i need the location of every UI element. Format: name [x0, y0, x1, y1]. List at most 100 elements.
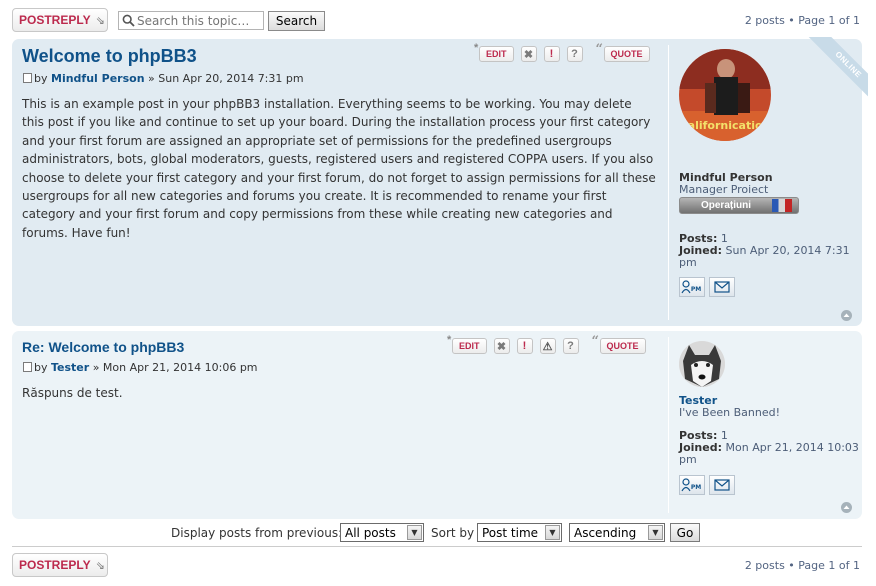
search-icon	[122, 14, 135, 27]
info-icon: ?	[567, 340, 574, 352]
go-button[interactable]: Go	[670, 523, 700, 542]
email-button[interactable]	[709, 475, 735, 495]
delete-button[interactable]: ✖	[520, 46, 537, 62]
edit-button[interactable]: * EDIT	[474, 42, 514, 62]
avatar-image	[679, 341, 725, 387]
back-to-top-button[interactable]	[841, 502, 852, 513]
sort-key-select[interactable]: Post time ▼	[477, 523, 562, 542]
post-datetime: » Sun Apr 20, 2014 7:31 pm	[148, 72, 304, 85]
email-button[interactable]	[709, 277, 735, 297]
post-icon	[23, 362, 32, 372]
edit-star-icon: *	[447, 334, 452, 346]
post-datetime: » Mon Apr 21, 2014 10:06 pm	[92, 361, 258, 374]
delete-icon: ✖	[523, 48, 534, 61]
sort-key-value: Post time	[482, 526, 539, 540]
display-days-select[interactable]: All posts ▼	[340, 523, 424, 542]
edit-star-icon: *	[474, 42, 479, 54]
report-icon: !	[522, 340, 527, 352]
profile-joined: Joined: Mon Apr 21, 2014 10:03 pm	[679, 442, 859, 466]
topic-actions-top: POSTREPLY ⇘ Search 2 posts • Page 1 of 1	[12, 8, 862, 34]
avatar[interactable]	[679, 341, 725, 387]
quote-button[interactable]: “ QUOTE	[596, 42, 650, 62]
info-button[interactable]: ?	[562, 338, 579, 354]
pm-icon: PM	[681, 478, 701, 492]
top-arrow-icon	[843, 313, 850, 317]
report-icon: !	[549, 48, 554, 60]
author-link[interactable]: Mindful Person	[51, 72, 145, 85]
profile-joined: Joined: Sun Apr 20, 2014 7:31 pm	[679, 245, 859, 269]
post-profile: Tester I've Been Banned! Posts: 1 Joined…	[668, 337, 859, 513]
info-icon: ?	[571, 48, 578, 60]
author-link[interactable]: Tester	[51, 361, 89, 374]
display-posts-label: Display posts from previous:	[171, 526, 343, 540]
post-reply-button[interactable]: POSTREPLY ⇘	[12, 553, 108, 577]
reply-arrow-icon: ⇘	[95, 558, 105, 572]
back-to-top-button[interactable]	[841, 310, 852, 321]
report-button[interactable]: !	[516, 338, 533, 354]
edit-label: EDIT	[486, 49, 507, 59]
chevron-down-icon: ▼	[648, 525, 663, 540]
quote-label: QUOTE	[610, 49, 643, 59]
post-reply-label: POSTREPLY	[19, 13, 91, 27]
delete-icon: ✖	[496, 340, 507, 353]
post-tools: * EDIT ✖ ! ⚠ ? “ QUOTE	[447, 334, 646, 355]
profile-rank: I've Been Banned!	[679, 406, 780, 419]
edit-label: EDIT	[459, 341, 480, 351]
pm-button[interactable]: PM	[679, 277, 705, 297]
info-button[interactable]: ?	[566, 46, 583, 62]
post-title[interactable]: Re: Welcome to phpBB3	[22, 339, 184, 355]
contact-icons: PM	[679, 277, 735, 297]
avatar[interactable]: Californication	[679, 49, 771, 141]
post-2: Re: Welcome to phpBB3 * EDIT ✖ ! ⚠ ? “ Q…	[12, 331, 862, 519]
pm-icon: PM	[681, 280, 701, 294]
quote-icon: “	[591, 334, 599, 349]
search-topic-input[interactable]	[118, 11, 264, 30]
chevron-down-icon: ▼	[407, 525, 422, 540]
post-reply-label: POSTREPLY	[19, 558, 91, 572]
warn-button[interactable]: ⚠	[539, 338, 556, 354]
post-title[interactable]: Welcome to phpBB3	[22, 46, 197, 67]
edit-button[interactable]: * EDIT	[447, 334, 487, 354]
sort-order-select[interactable]: Ascending ▼	[569, 523, 665, 542]
rank-badge-label: Operațiuni	[700, 200, 751, 211]
post-content: This is an example post in your phpBB3 i…	[22, 97, 656, 240]
quote-icon: “	[595, 42, 603, 57]
profile-rank: Manager Proiect	[679, 183, 769, 196]
by-label: by	[34, 72, 48, 85]
post-1: Welcome to phpBB3 * EDIT ✖ ! ? “ QUOTE b…	[12, 37, 868, 326]
topic-actions-bottom: POSTREPLY ⇘ 2 posts • Page 1 of 1	[12, 553, 862, 579]
pm-text: PM	[691, 286, 701, 293]
post-reply-button[interactable]: POSTREPLY ⇘	[12, 8, 108, 32]
email-icon	[714, 281, 730, 293]
avatar-image: Californication	[679, 49, 771, 141]
contact-icons: PM	[679, 475, 735, 495]
post-author-line: by Tester » Mon Apr 21, 2014 10:06 pm	[23, 361, 258, 374]
report-button[interactable]: !	[543, 46, 560, 62]
post-profile: Californication Mindful Person Manager P…	[668, 45, 856, 320]
reply-arrow-icon: ⇘	[95, 13, 105, 27]
quote-button[interactable]: “ QUOTE	[592, 334, 646, 354]
flag-icon	[772, 199, 792, 212]
post-author-line: by Mindful Person » Sun Apr 20, 2014 7:3…	[23, 72, 304, 85]
email-icon	[714, 479, 730, 491]
pm-text: PM	[691, 484, 701, 491]
pagination-info: 2 posts • Page 1 of 1	[744, 14, 860, 27]
post-tools: * EDIT ✖ ! ? “ QUOTE	[474, 42, 650, 63]
sort-by-label: Sort by	[431, 526, 475, 540]
quote-label: QUOTE	[606, 341, 639, 351]
search-button[interactable]: Search	[268, 11, 325, 31]
avatar-caption: Californication	[680, 119, 771, 132]
top-arrow-icon	[843, 505, 850, 509]
warn-icon: ⚠	[542, 340, 553, 353]
delete-button[interactable]: ✖	[493, 338, 510, 354]
chevron-down-icon: ▼	[545, 525, 560, 540]
rank-badge: Operațiuni	[679, 197, 799, 214]
display-options-bar: Display posts from previous: All posts ▼…	[12, 517, 862, 547]
pm-button[interactable]: PM	[679, 475, 705, 495]
display-days-value: All posts	[345, 526, 396, 540]
pagination-info: 2 posts • Page 1 of 1	[744, 559, 860, 572]
post-content: Răspuns de test.	[22, 386, 123, 400]
sort-order-value: Ascending	[574, 526, 637, 540]
by-label: by	[34, 361, 48, 374]
post-icon	[23, 73, 32, 83]
